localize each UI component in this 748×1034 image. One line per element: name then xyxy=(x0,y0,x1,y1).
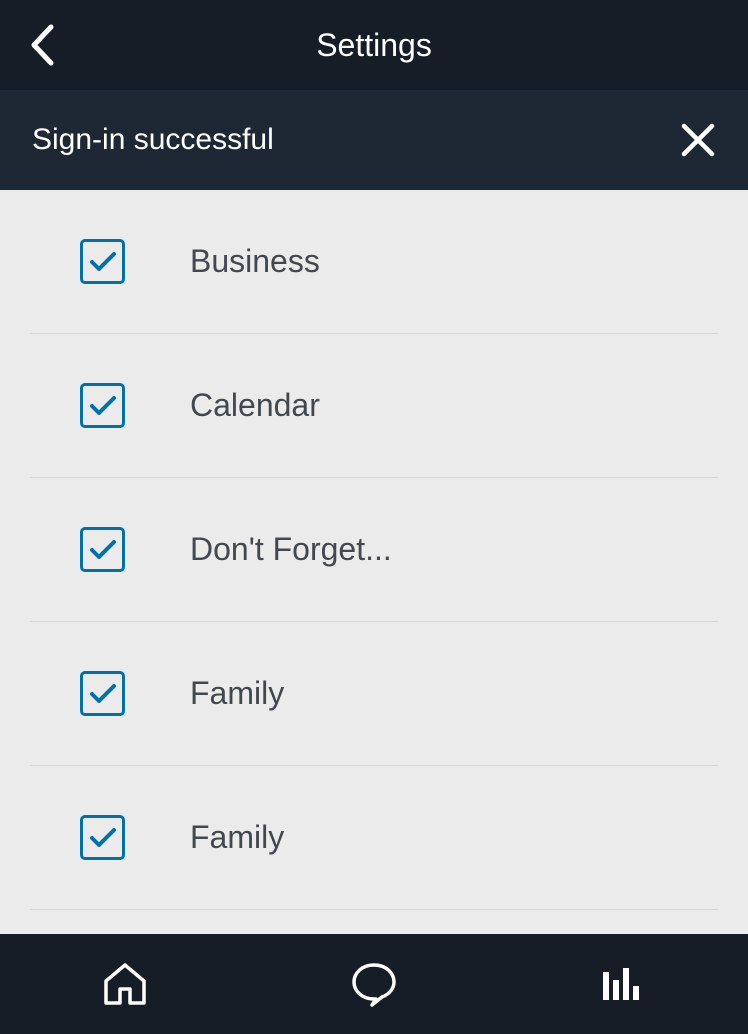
nav-chat[interactable] xyxy=(324,954,424,1014)
check-icon xyxy=(89,682,117,706)
item-label: Family xyxy=(190,819,284,856)
chat-icon xyxy=(350,961,398,1007)
list-item[interactable]: Family xyxy=(30,766,718,910)
check-icon xyxy=(89,826,117,850)
list-item[interactable]: Family xyxy=(30,622,718,766)
item-label: Calendar xyxy=(190,387,320,424)
list-item[interactable]: Don't Forget... xyxy=(30,478,718,622)
close-icon xyxy=(680,122,716,158)
chevron-left-icon xyxy=(29,23,55,67)
list-item[interactable]: Calendar xyxy=(30,334,718,478)
settings-list: Business Calendar Don't Forget... Family xyxy=(0,190,748,934)
close-button[interactable] xyxy=(676,118,720,162)
checkbox[interactable] xyxy=(80,527,125,572)
header: Settings xyxy=(0,0,748,90)
item-label: Business xyxy=(190,243,320,280)
checkbox[interactable] xyxy=(80,671,125,716)
equalizer-icon xyxy=(601,964,645,1004)
check-icon xyxy=(89,538,117,562)
back-button[interactable] xyxy=(22,20,62,70)
page-title: Settings xyxy=(0,27,748,64)
checkbox[interactable] xyxy=(80,239,125,284)
nav-equalizer[interactable] xyxy=(573,954,673,1014)
nav-home[interactable] xyxy=(75,954,175,1014)
checkbox[interactable] xyxy=(80,815,125,860)
checkbox[interactable] xyxy=(80,383,125,428)
notification-banner: Sign-in successful xyxy=(0,90,748,190)
notification-text: Sign-in successful xyxy=(32,123,274,157)
home-icon xyxy=(102,961,148,1007)
item-label: Don't Forget... xyxy=(190,531,392,568)
list-item[interactable]: Business xyxy=(30,190,718,334)
check-icon xyxy=(89,250,117,274)
item-label: Family xyxy=(190,675,284,712)
check-icon xyxy=(89,394,117,418)
bottom-nav xyxy=(0,934,748,1034)
